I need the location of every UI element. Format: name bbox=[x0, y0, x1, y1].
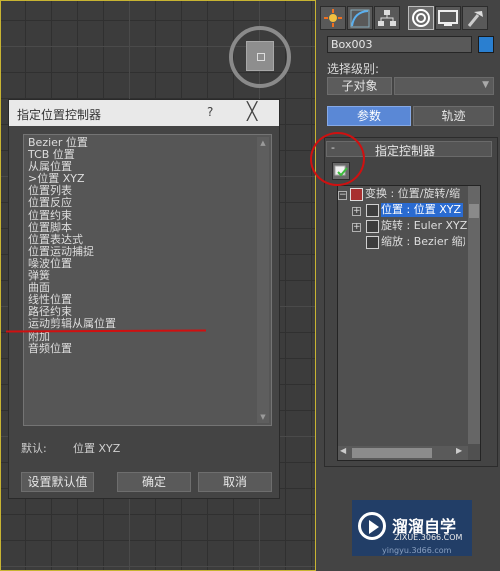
controller-list-item[interactable]: 运动剪辑从属位置 bbox=[28, 318, 254, 330]
viewcube-icon[interactable] bbox=[246, 41, 274, 71]
scale-icon bbox=[366, 236, 379, 249]
watermark-url: ZIXUE.3066.COM bbox=[394, 533, 463, 542]
controller-list-item[interactable]: 位置反应 bbox=[28, 197, 254, 209]
tree-hscroll-thumb[interactable] bbox=[352, 448, 432, 458]
object-color-swatch[interactable] bbox=[478, 36, 494, 53]
hierarchy-icon bbox=[378, 10, 396, 26]
ok-button[interactable]: 确定 bbox=[117, 472, 191, 492]
controller-list-item[interactable]: 位置约束 bbox=[28, 209, 254, 222]
tree-scroll-thumb[interactable] bbox=[469, 204, 479, 218]
modify-icon bbox=[350, 9, 370, 28]
tab-display[interactable] bbox=[435, 6, 461, 30]
dialog-title: 指定位置控制器 bbox=[17, 108, 102, 122]
trajectories-button[interactable]: 轨迹 bbox=[413, 106, 494, 126]
tree-horizontal-scrollbar[interactable]: ◀ ▶ bbox=[338, 446, 468, 460]
position-icon bbox=[366, 204, 379, 217]
controller-list-item[interactable]: 噪波位置 bbox=[28, 257, 254, 270]
tree-expand-icon[interactable]: + bbox=[352, 207, 361, 216]
rotation-icon bbox=[366, 220, 379, 233]
chevron-down-icon: ▼ bbox=[482, 80, 489, 90]
dialog-titlebar[interactable]: 指定位置控制器 ? ╳ bbox=[9, 100, 279, 126]
controller-list-item[interactable]: 音频位置 bbox=[28, 342, 254, 355]
scroll-down-icon[interactable]: ▼ bbox=[257, 411, 269, 423]
selection-level-label: 选择级别: bbox=[327, 62, 380, 76]
tree-item-scale[interactable]: 缩放 : Bezier 缩放 bbox=[381, 235, 465, 249]
tab-hierarchy[interactable] bbox=[374, 6, 400, 30]
tab-modify[interactable] bbox=[347, 6, 373, 30]
command-panel: Box003 选择级别: 子对象 ▼ 参数 轨迹 - 指定控制器 ◀ ▶ − 变… bbox=[316, 0, 500, 571]
assign-position-controller-dialog: 指定位置控制器 ? ╳ Bezier 位置 TCB 位置 从属位置 >位置 XYZ 位置… bbox=[8, 99, 280, 499]
controller-list-items: Bezier 位置 TCB 位置 从属位置 >位置 XYZ 位置列表 位置反应 位置约束 位置… bbox=[28, 136, 254, 355]
tab-create[interactable] bbox=[320, 6, 346, 30]
play-logo-icon bbox=[358, 512, 386, 540]
help-icon[interactable]: ? bbox=[207, 105, 213, 119]
scroll-up-icon[interactable]: ▲ bbox=[257, 137, 269, 149]
set-default-button[interactable]: 设置默认值 bbox=[21, 472, 94, 492]
cancel-button[interactable]: 取消 bbox=[198, 472, 272, 492]
tree-collapse-icon[interactable]: − bbox=[338, 191, 347, 200]
create-icon bbox=[324, 9, 342, 27]
display-icon bbox=[438, 10, 458, 26]
default-label: 默认: bbox=[21, 442, 47, 455]
tab-motion[interactable] bbox=[408, 6, 434, 30]
tree-item-transform[interactable]: 变换 : 位置/旋转/缩 bbox=[365, 187, 460, 201]
selection-level-dropdown[interactable]: ▼ bbox=[394, 77, 494, 95]
controller-list-item[interactable]: 位置脚本 bbox=[28, 221, 254, 234]
object-name-field[interactable]: Box003 bbox=[327, 36, 472, 53]
subobject-button[interactable]: 子对象 bbox=[327, 77, 392, 95]
tree-expand-icon[interactable]: + bbox=[352, 223, 361, 232]
transform-icon bbox=[350, 188, 363, 201]
controller-list[interactable]: Bezier 位置 TCB 位置 从属位置 >位置 XYZ 位置列表 位置反应 位置约束 位置… bbox=[23, 134, 272, 426]
watermark-url-secondary: yingyu.3d66.com bbox=[382, 546, 452, 555]
scroll-right-icon[interactable]: ▶ bbox=[456, 446, 462, 455]
close-icon[interactable]: ╳ bbox=[247, 102, 257, 122]
tree-vertical-scrollbar[interactable] bbox=[468, 186, 480, 444]
scroll-left-icon[interactable]: ◀ bbox=[340, 446, 346, 455]
rollout-title: 指定控制器 bbox=[375, 144, 436, 158]
parameters-button[interactable]: 参数 bbox=[327, 106, 411, 126]
controller-list-item[interactable]: 附加 bbox=[28, 330, 254, 343]
tree-item-rotation[interactable]: 旋转 : Euler XYZ bbox=[381, 219, 467, 233]
hammer-icon bbox=[467, 11, 483, 27]
motion-icon bbox=[412, 9, 430, 27]
list-scrollbar[interactable]: ▲ ▼ bbox=[257, 137, 269, 423]
tab-utilities[interactable] bbox=[462, 6, 488, 30]
tree-item-position[interactable]: 位置 : 位置 XYZ bbox=[381, 203, 463, 217]
default-value: 位置 XYZ bbox=[73, 442, 121, 455]
controller-list-item[interactable]: 弹簧 bbox=[28, 269, 254, 282]
